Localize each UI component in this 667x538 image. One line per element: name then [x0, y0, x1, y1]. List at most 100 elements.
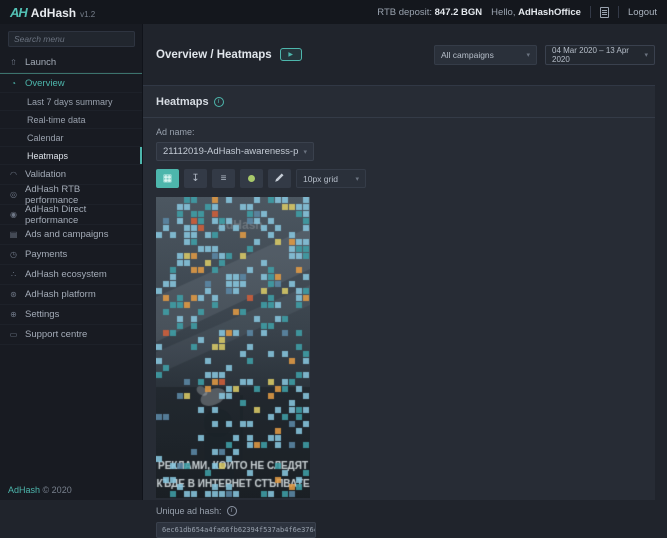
footer-brand-link[interactable]: AdHash — [8, 485, 40, 495]
sidebar-item-last-7-days-summary[interactable]: Last 7 days summary — [0, 93, 142, 111]
ad-name-select[interactable]: 21112019-AdHash-awareness-privacy... ▾ — [156, 142, 314, 161]
greeting: Hello, AdHashOffice — [491, 7, 581, 18]
sidebar-item-calendar[interactable]: Calendar — [0, 129, 142, 147]
document-icon[interactable] — [600, 7, 609, 18]
sidebar-item-label: AdHash platform — [25, 289, 96, 300]
campaign-filter-select[interactable]: All campaigns ▾ — [434, 45, 537, 65]
chevron-down-icon: ▾ — [303, 148, 307, 156]
payments-icon: ◷ — [8, 250, 19, 259]
download-button[interactable]: ↧ — [184, 169, 207, 188]
sidebar-item-label: Payments — [25, 249, 67, 260]
unique-ad-hash-value[interactable]: 6ec61db654a4fa66fb62394f537ab4f6e376c5b6 — [156, 522, 316, 538]
sidebar-item-real-time-data[interactable]: Real-time data — [0, 111, 142, 129]
sidebar-item-settings[interactable]: ⊕ Settings — [0, 305, 142, 325]
ad-name-label: Ad name: — [156, 127, 642, 137]
dot-view-button[interactable] — [240, 169, 263, 188]
sidebar-footer: AdHash © 2020 — [8, 485, 72, 495]
heatmap-image — [156, 197, 310, 498]
ad-name-value: 21112019-AdHash-awareness-privacy... — [163, 146, 298, 157]
settings-icon: ⊕ — [8, 310, 19, 319]
sidebar-item-ads-and-campaigns[interactable]: ▤ Ads and campaigns — [0, 225, 142, 245]
logout-button[interactable]: Logout — [628, 7, 657, 18]
platform-icon: ⊛ — [8, 290, 19, 299]
grid-size-value: 10px grid — [303, 174, 338, 184]
sidebar-item-label: AdHash RTB performance — [25, 184, 134, 206]
unique-ad-hash-label: Unique ad hash: — [156, 506, 222, 516]
list-view-button[interactable]: ≡ — [212, 169, 235, 188]
divider — [143, 117, 655, 118]
main-content: Overview / Heatmaps ▶ All campaigns ▾ 04… — [143, 24, 667, 500]
sidebar-item-launch[interactable]: ⇧ Launch — [0, 53, 142, 73]
launch-icon: ⇧ — [8, 58, 19, 67]
heatmap-toolbar: ▦ ↧ ≡ 10px grid ▾ — [156, 169, 642, 188]
pencil-icon — [274, 172, 285, 186]
support-icon: ▭ — [8, 330, 19, 339]
logo-text: AdHash — [31, 6, 76, 20]
rtb-deposit: RTB deposit: 847.2 BGN — [377, 7, 482, 18]
username: AdHashOffice — [518, 7, 581, 18]
divider — [590, 6, 591, 18]
sidebar-item-label: Ads and campaigns — [25, 229, 108, 240]
sidebar-item-validation[interactable]: ◠ Validation — [0, 165, 142, 185]
play-icon: ▶ — [288, 51, 293, 58]
campaign-filter-value: All campaigns — [441, 50, 494, 60]
app-body: ⇧ Launch ◔ Overview Last 7 days summary Real-… — [0, 24, 667, 500]
sidebar-item-label: Heatmaps — [27, 151, 68, 161]
greeting-prefix: Hello, — [491, 7, 515, 18]
sidebar-item-label: Calendar — [27, 133, 64, 143]
validation-icon: ◠ — [8, 170, 19, 179]
sidebar-item-label: AdHash ecosystem — [25, 269, 107, 280]
direct-performance-icon: ◉ — [8, 210, 19, 219]
sidebar-item-label: Real-time data — [27, 115, 86, 125]
date-range-select[interactable]: 04 Mar 2020 – 13 Apr 2020 ▾ — [545, 45, 655, 65]
sidebar: ⇧ Launch ◔ Overview Last 7 days summary Real-… — [0, 24, 143, 500]
rtb-deposit-value: 847.2 BGN — [435, 7, 483, 18]
divider — [618, 6, 619, 18]
heatmaps-panel: Heatmaps i Ad name: 21112019-AdHash-awar… — [143, 85, 655, 500]
header-controls: All campaigns ▾ 04 Mar 2020 – 13 Apr 202… — [434, 45, 655, 65]
sidebar-item-support-centre[interactable]: ▭ Support centre — [0, 325, 142, 345]
sidebar-item-adhash-ecosystem[interactable]: ∴ AdHash ecosystem — [0, 265, 142, 285]
sidebar-item-label: Settings — [25, 309, 59, 320]
sidebar-item-label: Support centre — [25, 329, 87, 340]
sidebar-item-payments[interactable]: ◷ Payments — [0, 245, 142, 265]
adhash-logo[interactable]: AH AdHash v1.2 — [10, 5, 95, 20]
date-range-value: 04 Mar 2020 – 13 Apr 2020 — [552, 46, 639, 64]
panel-title-row: Heatmaps i — [156, 96, 642, 108]
sidebar-item-adhash-direct-performance[interactable]: ◉ AdHash Direct performance — [0, 205, 142, 225]
chevron-down-icon: ▾ — [526, 51, 530, 59]
sidebar-item-label: Overview — [25, 78, 65, 89]
chevron-down-icon: ▾ — [644, 51, 648, 59]
ecosystem-icon: ∴ — [8, 270, 19, 279]
rtb-performance-icon: ◎ — [8, 190, 19, 199]
sidebar-item-adhash-rtb-performance[interactable]: ◎ AdHash RTB performance — [0, 185, 142, 205]
sidebar-item-overview[interactable]: ◔ Overview — [0, 73, 142, 93]
sidebar-item-label: AdHash Direct performance — [25, 204, 134, 226]
sidebar-item-adhash-platform[interactable]: ⊛ AdHash platform — [0, 285, 142, 305]
search-input[interactable] — [8, 31, 135, 47]
play-tour-button[interactable]: ▶ — [280, 48, 302, 61]
sidebar-item-label: Launch — [25, 57, 56, 68]
grid-icon: ▦ — [163, 173, 172, 184]
grid-size-select[interactable]: 10px grid ▾ — [296, 169, 366, 188]
overview-icon: ◔ — [8, 79, 19, 88]
grid-view-button[interactable]: ▦ — [156, 169, 179, 188]
topbar-right: RTB deposit: 847.2 BGN Hello, AdHashOffi… — [377, 6, 657, 18]
ads-campaigns-icon: ▤ — [8, 230, 19, 239]
info-icon[interactable]: i — [214, 97, 224, 107]
main-header: Overview / Heatmaps ▶ All campaigns ▾ 04… — [143, 24, 667, 85]
info-icon[interactable]: i — [227, 506, 237, 516]
breadcrumb: Overview / Heatmaps — [156, 49, 272, 61]
panel-title: Heatmaps — [156, 96, 209, 108]
sidebar-menu: ⇧ Launch ◔ Overview Last 7 days summary Real-… — [0, 53, 142, 345]
sidebar-item-label: Last 7 days summary — [27, 97, 113, 107]
download-icon: ↧ — [191, 173, 199, 184]
edit-button[interactable] — [268, 169, 291, 188]
hash-label-row: Unique ad hash: i — [156, 506, 642, 516]
logo-version: v1.2 — [80, 10, 95, 19]
topbar: AH AdHash v1.2 RTB deposit: 847.2 BGN He… — [0, 0, 667, 24]
adhash-logo-icon: AH — [10, 5, 27, 20]
sidebar-item-label: Validation — [25, 169, 66, 180]
sidebar-item-heatmaps[interactable]: Heatmaps — [0, 147, 142, 165]
toolbar-buttons: ▦ ↧ ≡ — [156, 169, 291, 188]
